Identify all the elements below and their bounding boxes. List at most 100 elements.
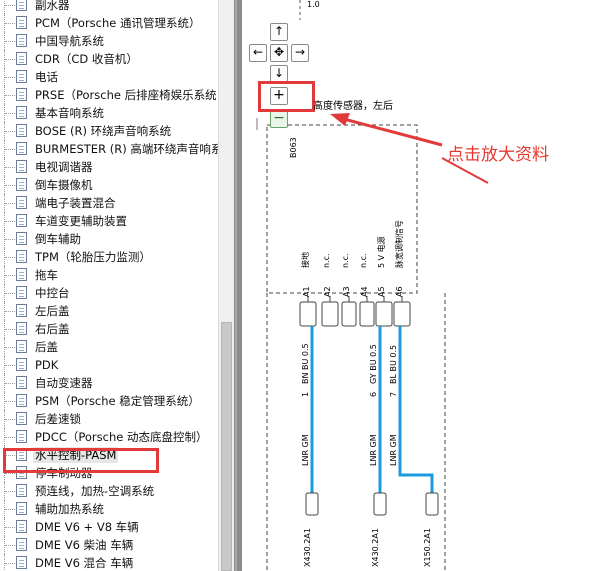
pin-label-a3: A3 — [342, 286, 351, 297]
document-icon — [16, 124, 27, 137]
tree-item[interactable]: 倒车摄像机 — [0, 176, 218, 194]
tree-item[interactable]: 倒车辅助 — [0, 230, 218, 248]
tree-item[interactable]: 自动变速器 — [0, 374, 218, 392]
tree-item-label: CDR（CD 收音机） — [35, 52, 138, 66]
tree-item[interactable]: 中国导航系统 — [0, 32, 218, 50]
tree-item[interactable]: 电话 — [0, 68, 218, 86]
document-icon — [16, 0, 27, 11]
wire-1-code: 1 — [301, 391, 310, 397]
tree-item[interactable]: 右后盖 — [0, 320, 218, 338]
pane-splitter[interactable] — [234, 0, 242, 571]
pin-function-a2: n.c. — [322, 253, 331, 268]
document-icon — [16, 232, 27, 245]
document-icon — [16, 430, 27, 443]
tree-item[interactable]: 基本音响系统 — [0, 104, 218, 122]
tree-item[interactable]: PSM（Porsche 稳定管理系统） — [0, 392, 218, 410]
top-trace-label: 1.0 — [307, 0, 320, 9]
tree-item[interactable]: 中控台 — [0, 284, 218, 302]
wire-1-spec: LNR GM — [301, 434, 310, 466]
tree-item[interactable]: 辅助加热系统 — [0, 500, 218, 518]
wiring-diagram-panel: 1.0 ↑ ← ✥ → ↓ + − 高度传感器，左后 B063 接地 n.c. … — [242, 0, 602, 571]
tree-item[interactable]: DME V6 柴油 车辆 — [0, 536, 218, 554]
tree-item-label: 车道变更辅助装置 — [35, 214, 127, 228]
document-icon — [16, 286, 27, 299]
tree-item-label: BOSE (R) 环绕声音响系统 — [35, 124, 172, 138]
tree-item-label: TPM（轮胎压力监测） — [35, 250, 151, 264]
tree-item-label: 倒车摄像机 — [35, 178, 93, 192]
tree-item[interactable]: BURMESTER (R) 高端环绕声音响系 — [0, 140, 218, 158]
wire-2-color: GY BU 0.5 — [369, 344, 378, 384]
document-icon — [16, 520, 27, 533]
tree-item-label: PDK — [35, 358, 59, 372]
tree-item-label: 预连线，加热-空调系统 — [35, 484, 155, 498]
tree-item[interactable]: 副水器 — [0, 0, 218, 14]
pin-label-a2: A2 — [323, 286, 332, 297]
tree-item-label: 端电子装置混合 — [35, 196, 116, 210]
document-icon — [16, 16, 27, 29]
tree-item[interactable]: 左后盖 — [0, 302, 218, 320]
tree-scrollbar[interactable] — [218, 0, 234, 571]
tree-item[interactable]: PCM（Porsche 通讯管理系统） — [0, 14, 218, 32]
tree-item-label: PRSE（Porsche 后排座椅娱乐系统 — [35, 88, 217, 102]
tree-item-label: 拖车 — [35, 268, 58, 282]
pan-center-button[interactable]: ✥ — [270, 44, 288, 62]
pan-left-button[interactable]: ← — [249, 44, 267, 62]
tree-item[interactable]: PDK — [0, 356, 218, 374]
document-icon — [16, 538, 27, 551]
tree-item[interactable]: 端电子装置混合 — [0, 194, 218, 212]
document-icon — [16, 340, 27, 353]
tree-item[interactable]: 后差速锁 — [0, 410, 218, 428]
tree-item-label: PSM（Porsche 稳定管理系统） — [35, 394, 200, 408]
document-icon — [16, 160, 27, 173]
pin-label-a4: A4 — [360, 286, 369, 297]
zoom-instruction-note: 点击放大资料 — [447, 145, 549, 165]
bottom-connectors — [305, 492, 439, 516]
document-icon — [16, 52, 27, 65]
connector-1-label: X430.2A1 — [303, 528, 312, 567]
tree-item[interactable]: PDCC（Porsche 动态底盘控制） — [0, 428, 218, 446]
tree-item[interactable]: 拖车 — [0, 266, 218, 284]
tree-item[interactable]: TPM（轮胎压力监测） — [0, 248, 218, 266]
pan-right-button[interactable]: → — [291, 44, 309, 62]
pan-up-button[interactable]: ↑ — [270, 23, 288, 41]
tree-item[interactable]: 电视调谐器 — [0, 158, 218, 176]
zoom-in-highlight — [258, 81, 315, 112]
scrollbar-thumb[interactable] — [221, 322, 232, 571]
wire-3-code: 7 — [389, 391, 398, 397]
tree-item-label: BURMESTER (R) 高端环绕声音响系 — [35, 142, 218, 156]
document-icon — [16, 304, 27, 317]
tree-item-label: PDCC（Porsche 动态底盘控制） — [35, 430, 208, 444]
document-icon — [16, 502, 27, 515]
tree-item[interactable]: CDR（CD 收音机） — [0, 50, 218, 68]
tree-item-label: 自动变速器 — [35, 376, 93, 390]
document-icon — [16, 106, 27, 119]
component-tree-panel: 副水器 PCM（Porsche 通讯管理系统） 中国导航系统 CDR（CD 收音机） 电… — [0, 0, 218, 571]
wire-3-color: BL BU 0.5 — [389, 344, 398, 384]
tree-item-label: 中国导航系统 — [35, 34, 104, 48]
tree-item[interactable]: BOSE (R) 环绕声音响系统 — [0, 122, 218, 140]
tree-item[interactable]: 预连线，加热-空调系统 — [0, 482, 218, 500]
wire-1-color: BN BU 0.5 — [301, 343, 310, 384]
pin-function-a3: n.c. — [341, 253, 350, 268]
zoom-out-button[interactable]: − — [270, 110, 288, 128]
document-icon — [16, 412, 27, 425]
tree-item[interactable]: DME V6 混合 车辆 — [0, 554, 218, 571]
connector-3-label: X150.2A1 — [423, 528, 432, 567]
pin-function-a5: 5 V 电源 — [377, 236, 386, 268]
component-title: 高度传感器，左后 — [313, 101, 393, 112]
component-id: B063 — [289, 137, 298, 158]
wire-2-code: 6 — [369, 391, 378, 397]
document-icon — [16, 142, 27, 155]
tree-item-label: 后盖 — [35, 340, 58, 354]
tree-item-label: 副水器 — [35, 0, 70, 12]
document-icon — [16, 34, 27, 47]
document-icon — [16, 322, 27, 335]
tree-item[interactable]: 后盖 — [0, 338, 218, 356]
document-icon — [16, 556, 27, 569]
tree-item[interactable]: DME V6 + V8 车辆 — [0, 518, 218, 536]
tree-item-label: 倒车辅助 — [35, 232, 81, 246]
tree-item-label: 后差速锁 — [35, 412, 81, 426]
tree-item-label: 左后盖 — [35, 304, 70, 318]
tree-item[interactable]: PRSE（Porsche 后排座椅娱乐系统 — [0, 86, 218, 104]
tree-item[interactable]: 车道变更辅助装置 — [0, 212, 218, 230]
